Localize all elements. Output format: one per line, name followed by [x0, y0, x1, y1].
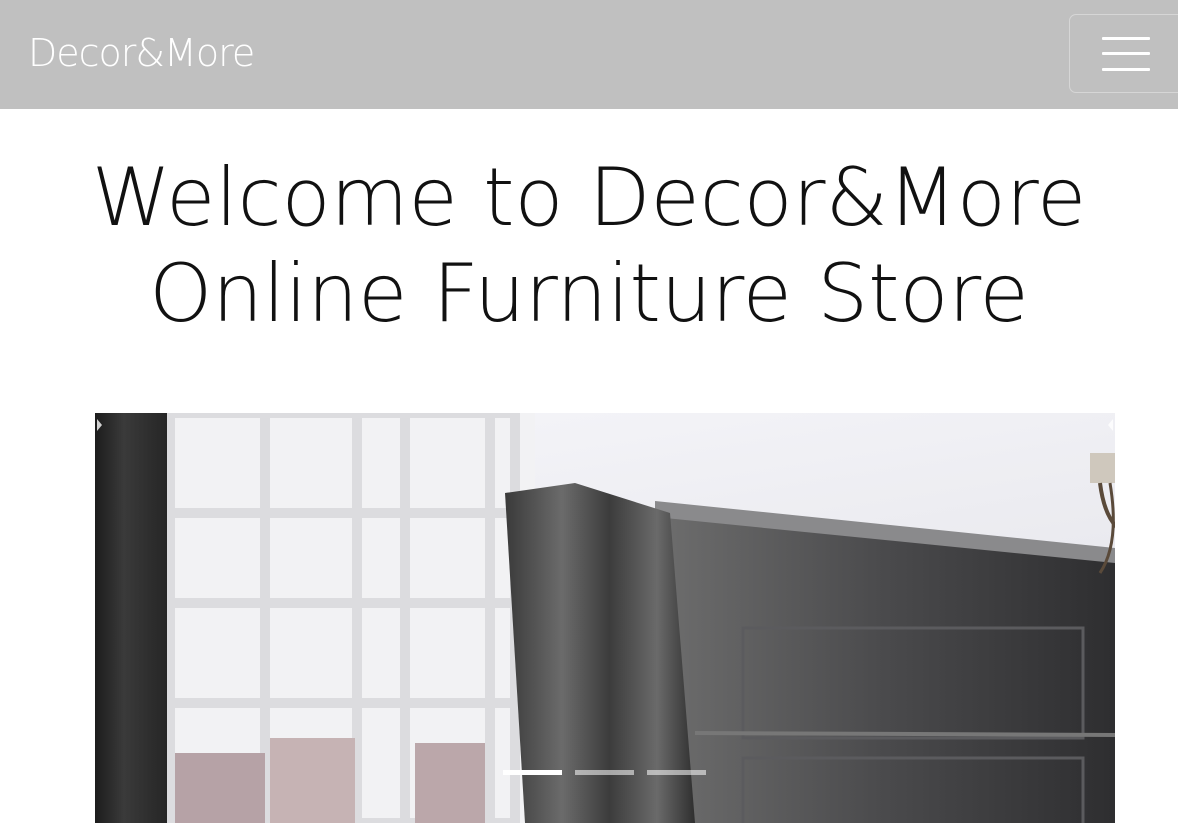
carousel-prev-button[interactable] — [95, 413, 115, 437]
page-title: Welcome to Decor&More Online Furniture S… — [91, 151, 1087, 340]
image-carousel[interactable] — [95, 413, 1115, 823]
carousel-slide-image — [95, 413, 1115, 823]
navbar-toggler-button[interactable] — [1069, 14, 1178, 93]
carousel-indicator[interactable] — [647, 770, 706, 775]
navbar: Decor&More — [0, 0, 1178, 109]
carousel-indicators — [503, 770, 706, 776]
carousel-indicator[interactable] — [575, 770, 634, 775]
carousel-indicator[interactable] — [503, 770, 562, 775]
hamburger-menu-icon-line — [1102, 68, 1150, 71]
hamburger-menu-icon — [1102, 37, 1150, 40]
chevron-left-icon — [97, 419, 102, 431]
chevron-right-icon — [1108, 419, 1113, 431]
carousel-next-button[interactable] — [1095, 413, 1115, 437]
hamburger-menu-icon-line — [1102, 52, 1150, 55]
brand-logo[interactable]: Decor&More — [28, 28, 255, 78]
